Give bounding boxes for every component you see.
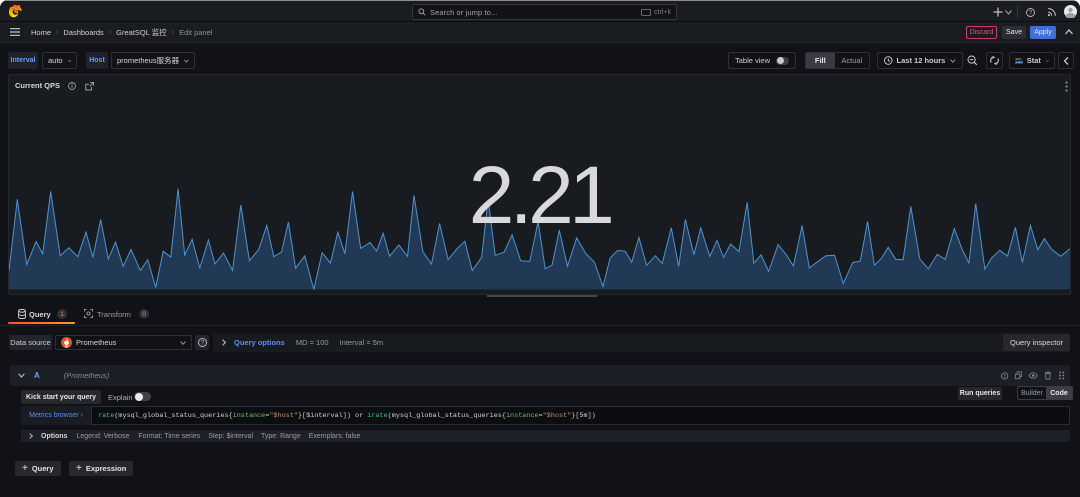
- svg-text:12.4: 12.4: [1015, 57, 1021, 61]
